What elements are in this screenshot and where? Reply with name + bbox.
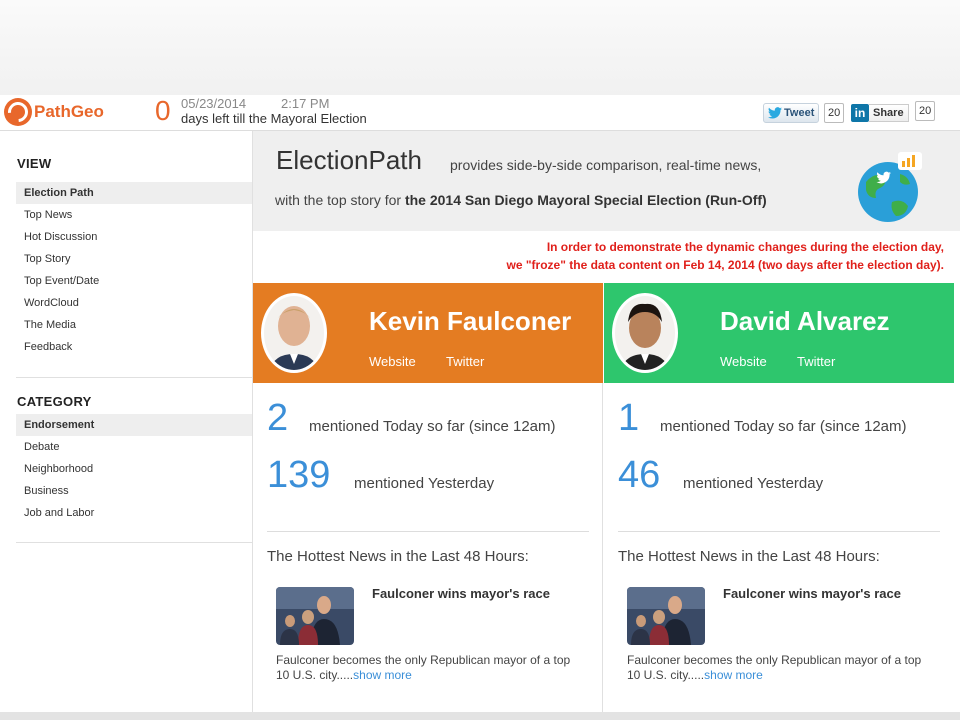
globe-twitter-icon: [858, 152, 922, 222]
today-mention-label: mentioned Today so far (since 12am): [309, 418, 556, 435]
twitter-bird-icon: [768, 107, 782, 119]
tweet-button[interactable]: Tweet: [763, 103, 820, 123]
sidebar: VIEW Election Path Top News Hot Discussi…: [16, 131, 252, 712]
today-mention-label: mentioned Today so far (since 12am): [660, 418, 907, 435]
notice-line-1: In order to demonstrate the dynamic chan…: [546, 240, 944, 254]
header-bar: PathGeo 0 05/23/2014 2:17 PM days left t…: [0, 95, 960, 131]
news-headline[interactable]: Faulconer wins mayor's race: [723, 586, 901, 601]
candidate-name: Kevin Faulconer: [369, 306, 572, 336]
tweet-label: Tweet: [784, 107, 815, 119]
yesterday-mention-count: 139: [267, 454, 331, 496]
current-date: 05/23/2014: [181, 96, 247, 111]
notice-line-2: we "froze" the data content on Feb 14, 2…: [506, 258, 944, 272]
candidate-twitter-link[interactable]: Twitter: [446, 354, 484, 369]
show-more-link[interactable]: show more: [704, 668, 763, 682]
candidate-column-alvarez: 1 mentioned Today so far (since 12am) 46…: [604, 383, 954, 712]
bottom-background: [0, 712, 960, 720]
yesterday-mention-count: 46: [618, 454, 661, 496]
page-title: ElectionPath: [276, 145, 422, 175]
candidate-avatar: [612, 293, 678, 373]
candidate-column-faulconer: 2 mentioned Today so far (since 12am) 13…: [253, 383, 603, 712]
sidebar-divider: [16, 377, 252, 378]
column-divider: [618, 531, 940, 532]
banner-description: provides side-by-side comparison, real-t…: [450, 157, 762, 173]
sidebar-item-endorsement[interactable]: Endorsement: [16, 414, 252, 436]
candidate-card-faulconer: Kevin Faulconer Website Twitter: [253, 283, 603, 383]
yesterday-mention-label: mentioned Yesterday: [354, 475, 495, 492]
main-content: ElectionPath provides side-by-side compa…: [252, 131, 960, 712]
yesterday-mention-label: mentioned Yesterday: [683, 475, 824, 492]
sidebar-item-hot-discussion[interactable]: Hot Discussion: [16, 226, 252, 248]
sidebar-divider: [16, 542, 252, 543]
sidebar-item-debate[interactable]: Debate: [16, 436, 252, 458]
candidate-twitter-link[interactable]: Twitter: [797, 354, 835, 369]
hottest-news-heading: The Hottest News in the Last 48 Hours:: [267, 548, 529, 565]
top-background: [0, 0, 960, 95]
today-mention-count: 2: [267, 397, 289, 439]
candidate-website-link[interactable]: Website: [369, 354, 416, 369]
sidebar-item-job-and-labor[interactable]: Job and Labor: [16, 502, 252, 524]
news-thumbnail[interactable]: [627, 587, 705, 645]
sidebar-item-neighborhood[interactable]: Neighborhood: [16, 458, 252, 480]
candidate-name: David Alvarez: [720, 306, 890, 336]
linkedin-icon: in: [851, 104, 869, 122]
today-mention-count: 1: [618, 397, 640, 439]
logo-text: PathGeo: [34, 102, 104, 121]
column-divider: [267, 531, 589, 532]
news-thumbnail[interactable]: [276, 587, 354, 645]
countdown-number: 0: [155, 95, 171, 126]
candidate-card-alvarez: David Alvarez Website Twitter: [604, 283, 954, 383]
sidebar-item-feedback[interactable]: Feedback: [16, 336, 252, 358]
current-time: 2:17 PM: [281, 96, 330, 111]
share-count: 20: [915, 101, 936, 121]
election-name: the 2014 San Diego Mayoral Special Elect…: [404, 192, 767, 208]
sidebar-item-business[interactable]: Business: [16, 480, 252, 502]
category-heading: CATEGORY: [17, 394, 92, 409]
hottest-news-heading: The Hottest News in the Last 48 Hours:: [618, 548, 880, 565]
sidebar-item-the-media[interactable]: The Media: [16, 314, 252, 336]
banner-election-line: with the top story for the 2014 San Dieg…: [275, 192, 767, 208]
logo[interactable]: PathGeo: [4, 98, 104, 126]
sidebar-item-top-event[interactable]: Top Event/Date: [16, 270, 252, 292]
news-summary: Faulconer becomes the only Republican ma…: [276, 653, 571, 682]
linkedin-share-button[interactable]: in Share: [851, 103, 909, 123]
news-summary: Faulconer becomes the only Republican ma…: [627, 653, 922, 682]
tweet-count: 20: [824, 103, 845, 123]
page: PathGeo 0 05/23/2014 2:17 PM days left t…: [0, 95, 960, 712]
sidebar-item-top-news[interactable]: Top News: [16, 204, 252, 226]
view-heading: VIEW: [17, 156, 52, 171]
news-headline[interactable]: Faulconer wins mayor's race: [372, 586, 550, 601]
countdown-text: days left till the Mayoral Election: [181, 111, 367, 126]
pathgeo-logo-icon: [4, 98, 32, 126]
candidate-website-link[interactable]: Website: [720, 354, 767, 369]
sidebar-item-wordcloud[interactable]: WordCloud: [16, 292, 252, 314]
sidebar-item-top-story[interactable]: Top Story: [16, 248, 252, 270]
intro-banner: ElectionPath provides side-by-side compa…: [253, 131, 960, 231]
share-label: Share: [869, 104, 909, 122]
show-more-link[interactable]: show more: [353, 668, 412, 682]
candidate-avatar: [261, 293, 327, 373]
data-freeze-notice: In order to demonstrate the dynamic chan…: [507, 238, 944, 274]
sidebar-item-election-path[interactable]: Election Path: [16, 182, 252, 204]
